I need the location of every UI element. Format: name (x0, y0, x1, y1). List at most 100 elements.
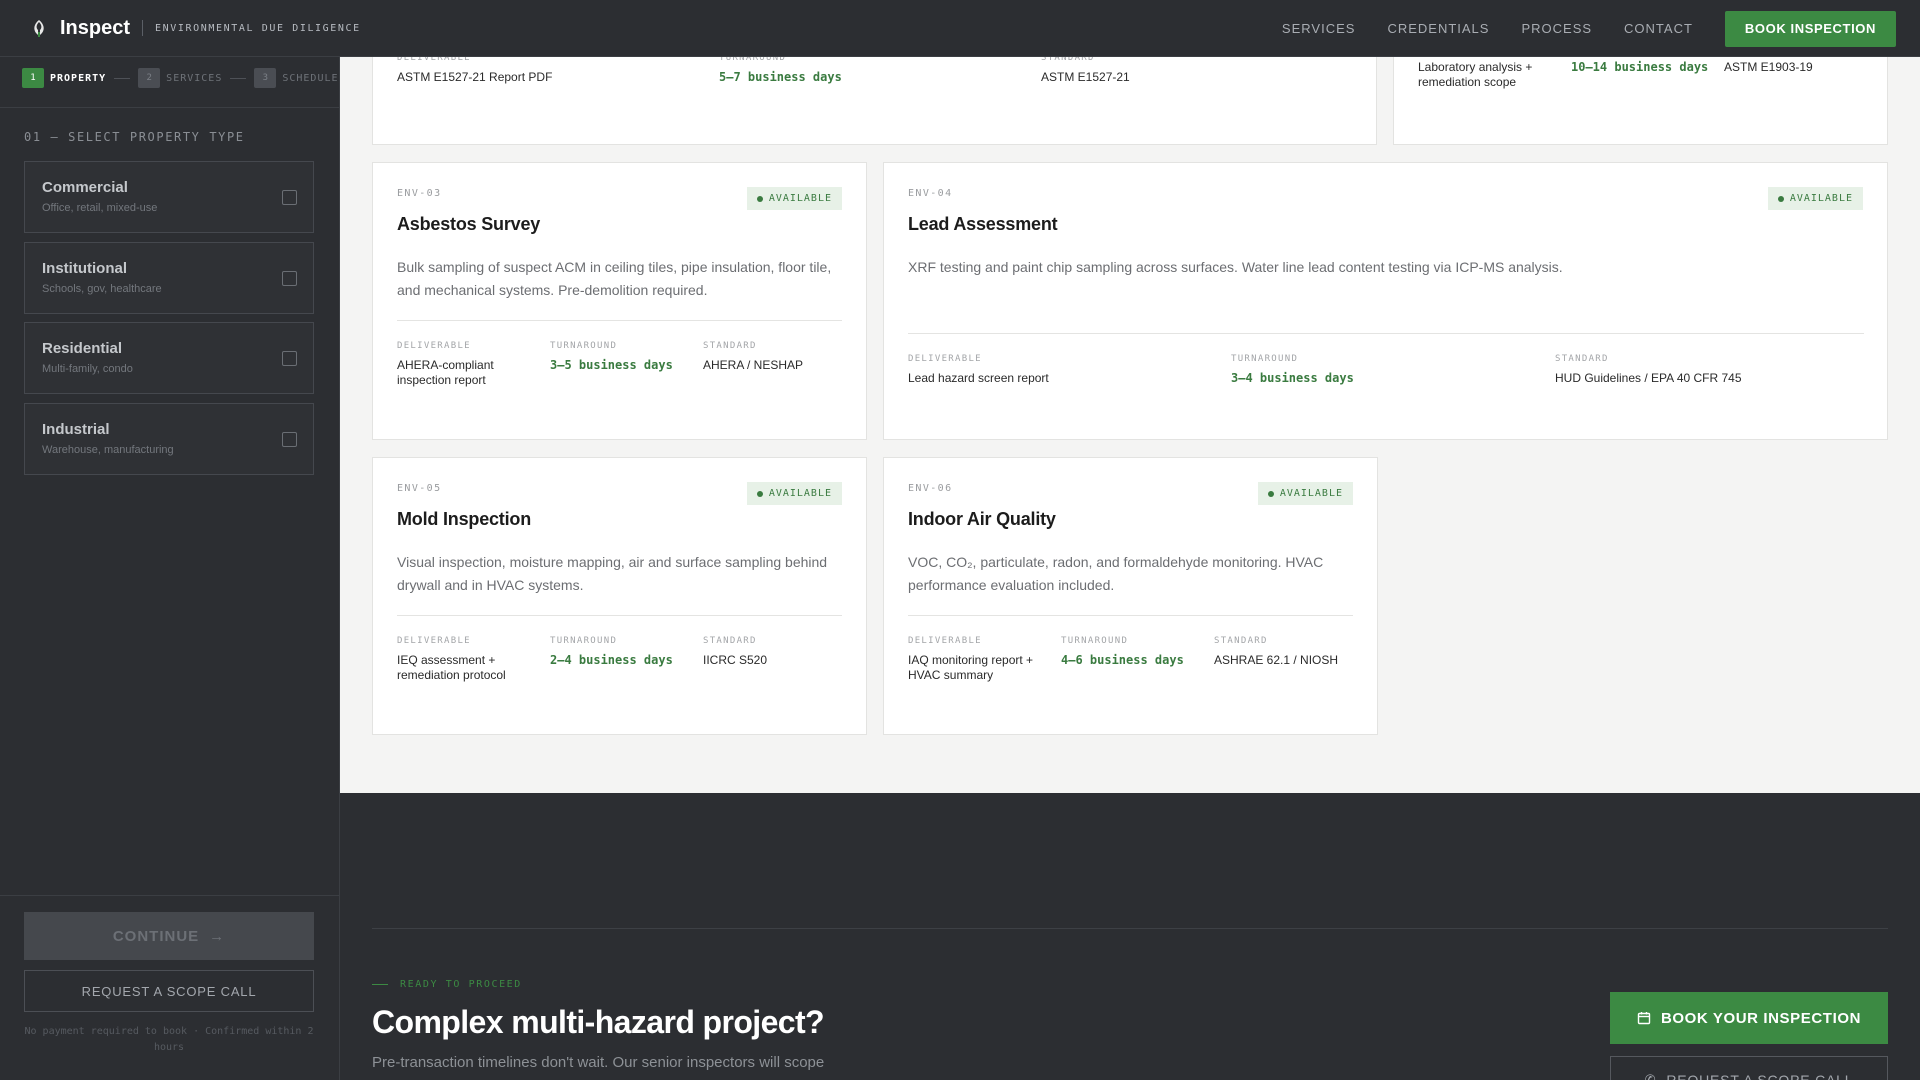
meta-value: 2–4 business days (550, 653, 673, 667)
meta-value: ASTM E1903-19 (1724, 60, 1813, 74)
request-scope-call-button[interactable]: REQUEST A SCOPE CALL (24, 970, 314, 1012)
deliverable-field: DELIVERABLE IEQ assessment + remediation… (397, 636, 527, 683)
brand[interactable]: Inspect ENVIRONMENTAL DUE DILIGENCE (28, 17, 361, 40)
turnaround-field: TURNAROUND 4–6 business days (1061, 636, 1184, 668)
badge-label: AVAILABLE (1279, 488, 1343, 499)
standard-field: STANDARD AHERA / NESHAP (703, 341, 803, 373)
meta-value: 5–7 business days (719, 70, 842, 84)
section-divider (372, 928, 1888, 929)
standard-field: STANDARD ASTM E1527-21 (1041, 57, 1130, 85)
meta-value: 4–6 business days (1061, 653, 1184, 667)
service-description: Visual inspection, moisture mapping, air… (397, 554, 828, 593)
brand-tagline: ENVIRONMENTAL DUE DILIGENCE (155, 22, 361, 34)
deliverable-field: DELIVERABLE IAQ monitoring report + HVAC… (908, 636, 1043, 683)
sidebar-divider (0, 107, 339, 108)
checkbox[interactable] (282, 271, 297, 286)
service-title: Lead Assessment (908, 214, 1058, 234)
cta-subtitle: Pre-transaction timelines don't wait. Ou… (372, 1054, 825, 1071)
status-badge: AVAILABLE (1257, 482, 1353, 505)
meta-label: DELIVERABLE (397, 636, 471, 646)
meta-value: ASTM E1527-21 (1041, 70, 1130, 84)
service-card-env02[interactable]: Laboratory analysis + remediation scope … (1393, 57, 1888, 145)
meta-value: AHERA / NESHAP (703, 358, 804, 372)
option-title: Commercial (42, 179, 128, 196)
meta-label: STANDARD (1555, 354, 1609, 364)
ready-kicker: READY TO PROCEED (372, 979, 522, 990)
option-subtitle: Schools, gov, healthcare (42, 283, 162, 295)
meta-label: DELIVERABLE (397, 341, 471, 351)
turnaround-field: TURNAROUND 3–4 business days (1231, 354, 1354, 386)
service-code: ENV-06 (908, 483, 953, 494)
step-1-label[interactable]: PROPERTY (50, 73, 106, 84)
step-connector (230, 77, 247, 79)
meta-label: STANDARD (703, 636, 757, 646)
status-dot-icon (1777, 195, 1784, 202)
service-card-env06[interactable]: ENV-06 AVAILABLE Indoor Air Quality VOC,… (883, 457, 1378, 735)
checkbox[interactable] (282, 190, 297, 205)
nav-link-services[interactable]: SERVICES (1282, 21, 1356, 36)
nav-link-process[interactable]: PROCESS (1521, 21, 1592, 36)
deliverable-field: DELIVERABLE Lead hazard screen report (908, 354, 1049, 386)
nav-link-contact[interactable]: CONTACT (1624, 21, 1693, 36)
turnaround-field: TURNAROUND 5–7 business days (719, 57, 842, 85)
card-divider (908, 615, 1353, 616)
deliverable-field: DELIVERABLE ASTM E1527-21 Report PDF (397, 57, 552, 85)
status-badge: AVAILABLE (746, 482, 842, 505)
meta-value: ASHRAE 62.1 / NIOSH (1214, 653, 1339, 667)
turnaround-field: TURNAROUND 3–5 business days (550, 341, 673, 373)
property-option-industrial[interactable]: Industrial Warehouse, manufacturing (24, 403, 314, 475)
brand-divider (142, 20, 144, 36)
arrow-right-icon: → (209, 927, 226, 945)
meta-value: IAQ monitoring report + HVAC summary (908, 653, 1034, 682)
standard-field: STANDARD HUD Guidelines / EPA 40 CFR 745 (1555, 354, 1742, 386)
service-code: ENV-03 (397, 188, 442, 199)
sidebar-footer-divider (0, 895, 339, 896)
meta-value: HUD Guidelines / EPA 40 CFR 745 (1555, 371, 1742, 385)
meta-value: IICRC S520 (703, 653, 768, 667)
request-scope-call-button-secondary[interactable]: ✆ REQUEST A SCOPE CALL (1610, 1056, 1888, 1080)
option-title: Industrial (42, 421, 110, 438)
property-option-commercial[interactable]: Commercial Office, retail, mixed-use (24, 161, 314, 233)
meta-value: Laboratory analysis + remediation scope (1418, 60, 1533, 89)
service-card-env03[interactable]: ENV-03 AVAILABLE Asbestos Survey Bulk sa… (372, 162, 867, 440)
calendar-icon (1637, 1012, 1651, 1025)
step-3-label[interactable]: SCHEDULE (282, 73, 338, 84)
checkbox[interactable] (282, 432, 297, 447)
service-card-env01[interactable]: DELIVERABLE ASTM E1527-21 Report PDF TUR… (372, 57, 1377, 145)
meta-label: STANDARD (1041, 57, 1095, 63)
meta-label: DELIVERABLE (397, 57, 471, 63)
meta-value: AHERA-compliant inspection report (397, 358, 494, 387)
option-title: Institutional (42, 260, 127, 277)
property-option-institutional[interactable]: Institutional Schools, gov, healthcare (24, 242, 314, 314)
service-card-env05[interactable]: ENV-05 AVAILABLE Mold Inspection Visual … (372, 457, 867, 735)
service-description: Bulk sampling of suspect ACM in ceiling … (397, 259, 832, 298)
card-divider (908, 333, 1864, 334)
standard-field: STANDARD IICRC S520 (703, 636, 767, 668)
nav-link-credentials[interactable]: CREDENTIALS (1387, 21, 1489, 36)
deliverable-field: Laboratory analysis + remediation scope (1418, 60, 1548, 90)
step-1-number: 1 (22, 68, 44, 88)
scope-label: REQUEST A SCOPE CALL (1666, 1072, 1854, 1080)
cta-section: READY TO PROCEED Complex multi-hazard pr… (340, 793, 1920, 1080)
service-title: Asbestos Survey (397, 214, 541, 234)
continue-button[interactable]: CONTINUE → (24, 912, 314, 960)
service-title: Indoor Air Quality (908, 509, 1056, 529)
service-card-env04[interactable]: ENV-04 AVAILABLE Lead Assessment XRF tes… (883, 162, 1888, 440)
meta-label: TURNAROUND (550, 341, 618, 351)
standard-field: ASTM E1903-19 (1724, 60, 1813, 75)
badge-label: AVAILABLE (768, 488, 832, 499)
turnaround-field: 10–14 business days (1571, 60, 1708, 75)
meta-label: TURNAROUND (550, 636, 618, 646)
book-your-inspection-button[interactable]: BOOK YOUR INSPECTION (1610, 992, 1888, 1044)
phone-icon: ✆ (1644, 1072, 1657, 1080)
book-inspection-button[interactable]: BOOK INSPECTION (1724, 10, 1896, 47)
status-dot-icon (756, 490, 763, 497)
option-subtitle: Warehouse, manufacturing (42, 444, 174, 456)
meta-value: IEQ assessment + remediation protocol (397, 653, 506, 682)
property-option-residential[interactable]: Residential Multi-family, condo (24, 322, 314, 394)
brand-name: Inspect (60, 16, 131, 39)
checkbox[interactable] (282, 351, 297, 366)
services-grid: DELIVERABLE ASTM E1527-21 Report PDF TUR… (340, 57, 1920, 793)
nav-links: SERVICES CREDENTIALS PROCESS CONTACT BOO… (1282, 0, 1896, 57)
step-2-label[interactable]: SERVICES (166, 73, 222, 84)
